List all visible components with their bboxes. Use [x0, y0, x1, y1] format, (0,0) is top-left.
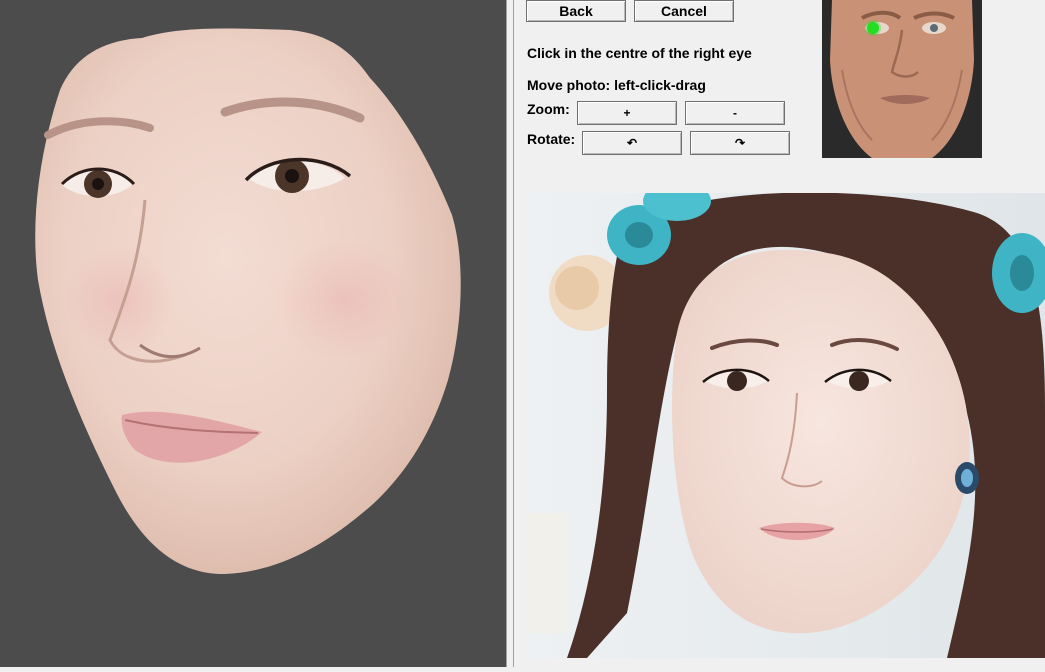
rotate-ccw-button[interactable]: ↶ [582, 131, 682, 155]
rotate-ccw-icon: ↶ [626, 136, 638, 150]
back-button[interactable]: Back [526, 0, 626, 22]
zoom-label: Zoom: [527, 101, 570, 117]
move-hint-text: Move photo: left-click-drag [527, 77, 706, 93]
cancel-button[interactable]: Cancel [634, 0, 734, 22]
rotate-cw-button[interactable]: ↷ [690, 131, 790, 155]
rotate-label: Rotate: [527, 131, 576, 147]
reference-photo [822, 0, 982, 158]
3d-viewport[interactable] [0, 0, 506, 667]
zoom-in-button[interactable]: + [577, 101, 677, 125]
zoom-out-button[interactable]: - [685, 101, 785, 125]
panel-divider[interactable] [506, 0, 514, 667]
photo-canvas[interactable] [527, 193, 1045, 658]
portrait-photo [527, 193, 1045, 658]
green-dot-icon [867, 22, 879, 34]
instruction-text: Click in the centre of the right eye [527, 45, 752, 61]
face-model [35, 28, 461, 575]
rotate-cw-icon: ↷ [734, 136, 746, 150]
